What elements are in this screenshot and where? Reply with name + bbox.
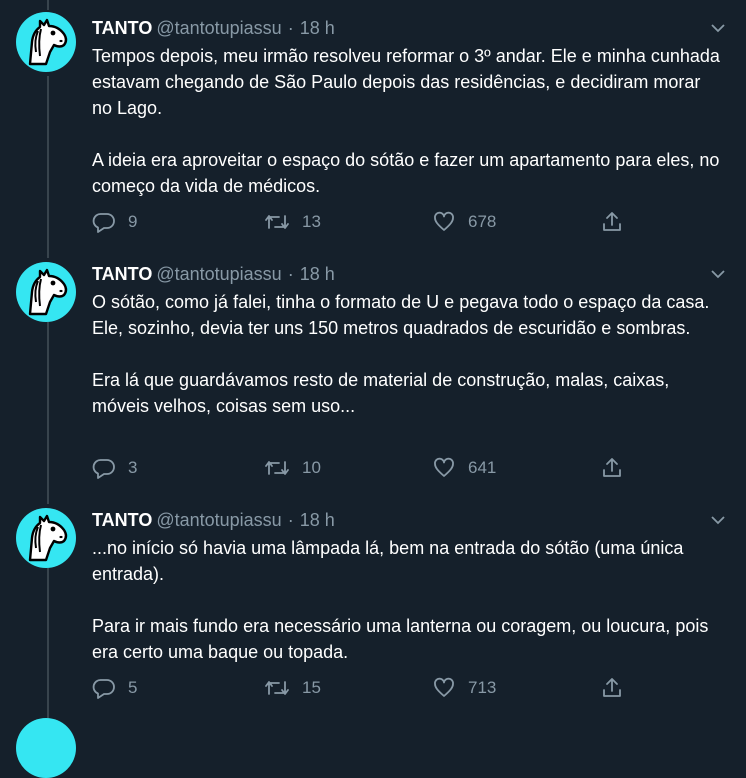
share-button[interactable] xyxy=(600,676,624,700)
timestamp[interactable]: 18 h xyxy=(300,510,335,530)
separator-dot: · xyxy=(287,264,294,284)
tweet-actions: 5 15 713 xyxy=(92,676,632,700)
reply-button[interactable]: 3 xyxy=(92,456,137,480)
horse-avatar-icon xyxy=(28,514,68,562)
share-button[interactable] xyxy=(600,456,624,480)
chevron-down-icon[interactable] xyxy=(710,22,726,34)
heart-icon xyxy=(434,211,454,231)
retweet-icon xyxy=(265,215,289,229)
tweet-paragraph: Era lá que guardávamos resto de material… xyxy=(92,370,670,416)
retweet-count: 10 xyxy=(302,458,321,477)
tweet-paragraph: O sótão, como já falei, tinha o formato … xyxy=(92,292,710,338)
chevron-down-icon[interactable] xyxy=(710,268,726,280)
retweet-button[interactable]: 15 xyxy=(264,676,321,700)
horse-avatar-icon xyxy=(28,18,68,66)
timestamp[interactable]: 18 h xyxy=(300,18,335,38)
tweet-actions: 3 10 641 xyxy=(92,456,632,480)
avatar[interactable] xyxy=(16,12,76,72)
display-name[interactable]: TANTO xyxy=(92,510,152,530)
tweet-paragraph: A ideia era aproveitar o espaço do sótão… xyxy=(92,150,720,196)
like-count: 641 xyxy=(468,458,497,477)
retweet-button[interactable]: 10 xyxy=(264,456,321,480)
like-button[interactable]: 678 xyxy=(432,210,496,234)
like-button[interactable]: 641 xyxy=(432,456,496,480)
avatar[interactable] xyxy=(16,718,76,778)
like-count: 713 xyxy=(468,678,497,697)
user-handle[interactable]: @tantotupiassu xyxy=(156,18,281,38)
heart-icon xyxy=(434,677,454,697)
share-button[interactable] xyxy=(600,210,624,234)
reply-count: 5 xyxy=(128,678,138,697)
tweet[interactable]: TANTO @tantotupiassu · 18 h Tempos depois, … xyxy=(0,0,746,246)
reply-icon xyxy=(92,459,115,479)
tweet-text: O sótão, como já falei, tinha o formato … xyxy=(92,289,722,419)
chevron-down-icon[interactable] xyxy=(710,514,726,526)
tweet-actions: 9 13 678 xyxy=(92,210,632,234)
retweet-icon xyxy=(265,461,289,475)
separator-dot: · xyxy=(287,18,294,38)
tweet[interactable]: TANTO @tantotupiassu · 18 h O sótão, como j… xyxy=(0,246,746,492)
retweet-count: 13 xyxy=(302,212,321,231)
user-handle[interactable]: @tantotupiassu xyxy=(156,510,281,530)
like-button[interactable]: 713 xyxy=(432,676,496,700)
tweet-text: Tempos depois, meu irmão resolveu reform… xyxy=(92,43,722,199)
tweet-paragraph: ...no início só havia uma lâmpada lá, be… xyxy=(92,538,684,584)
retweet-button[interactable]: 13 xyxy=(264,210,321,234)
share-icon xyxy=(603,458,621,477)
tweet-header: TANTO @tantotupiassu · 18 h xyxy=(92,263,335,285)
reply-count: 3 xyxy=(128,458,138,477)
display-name[interactable]: TANTO xyxy=(92,18,152,38)
separator-dot: · xyxy=(287,510,294,530)
tweet-paragraph: Para ir mais fundo era necessário uma la… xyxy=(92,616,709,662)
display-name[interactable]: TANTO xyxy=(92,264,152,284)
tweet-header: TANTO @tantotupiassu · 18 h xyxy=(92,17,335,39)
tweet-paragraph: Tempos depois, meu irmão resolveu reform… xyxy=(92,46,720,118)
reply-button[interactable]: 5 xyxy=(92,676,137,700)
heart-icon xyxy=(434,457,454,477)
reply-count: 9 xyxy=(128,212,138,231)
retweet-icon xyxy=(265,681,289,695)
retweet-count: 15 xyxy=(302,678,321,697)
timestamp[interactable]: 18 h xyxy=(300,264,335,284)
reply-icon xyxy=(92,213,115,233)
tweet[interactable]: TANTO @tantotupiassu · 18 h ...no início só… xyxy=(0,492,746,718)
horse-avatar-icon xyxy=(28,268,68,316)
tweet-text: ...no início só havia uma lâmpada lá, be… xyxy=(92,535,722,665)
reply-icon xyxy=(92,679,115,699)
tweet-header: TANTO @tantotupiassu · 18 h xyxy=(92,509,335,531)
like-count: 678 xyxy=(468,212,497,231)
user-handle[interactable]: @tantotupiassu xyxy=(156,264,281,284)
share-icon xyxy=(603,678,621,697)
share-icon xyxy=(603,212,621,231)
avatar[interactable] xyxy=(16,508,76,568)
reply-button[interactable]: 9 xyxy=(92,210,137,234)
avatar[interactable] xyxy=(16,262,76,322)
